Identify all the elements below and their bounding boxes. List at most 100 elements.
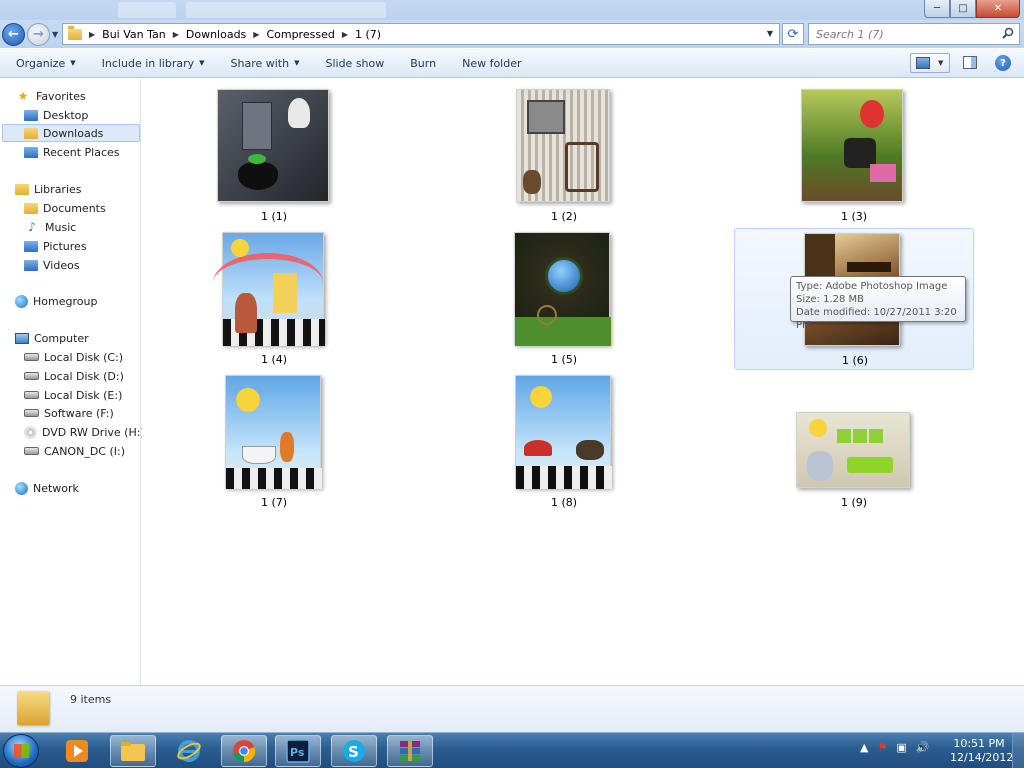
volume-icon[interactable]: 🔊 (916, 741, 930, 754)
file-item[interactable]: 1 (1) (154, 85, 394, 227)
skype-icon: S (343, 740, 365, 762)
include-in-library-menu[interactable]: Include in library ▼ (102, 57, 205, 70)
file-item[interactable]: 1 (9) (734, 371, 974, 513)
sidebar-item-removable-drive[interactable]: CANON_DC (I:) (24, 442, 125, 460)
thumbnail-image (225, 375, 322, 489)
thumbnail-image (796, 412, 910, 488)
start-button[interactable] (3, 734, 39, 768)
chevron-right-icon[interactable]: ▶ (173, 30, 179, 39)
taskbar-explorer[interactable] (110, 735, 156, 767)
sidebar-item-drive[interactable]: Software (F:) (24, 404, 114, 422)
search-input[interactable]: Search 1 (7) (808, 23, 1020, 45)
clock-date: 12/14/2012 (950, 751, 1014, 764)
taskbar-chrome[interactable] (221, 735, 267, 767)
internet-explorer-icon (177, 740, 201, 762)
file-info-tooltip: Type: Adobe Photoshop Image Size: 1.28 M… (790, 276, 966, 331)
organize-menu[interactable]: Organize ▼ (16, 57, 76, 70)
clock-time: 10:51 PM (953, 737, 1005, 750)
taskbar-photoshop[interactable]: Ps (275, 735, 321, 767)
sidebar-item-favorites[interactable]: ★ Favorites (15, 87, 86, 105)
sidebar-item-dvd-drive[interactable]: DVD RW Drive (H:) (24, 423, 145, 441)
sidebar-item-music[interactable]: ♪ Music (24, 218, 76, 236)
help-button[interactable]: ? (995, 55, 1011, 71)
sidebar-item-recent-places[interactable]: Recent Places (24, 143, 120, 161)
maximize-button[interactable]: □ (950, 0, 976, 18)
breadcrumb-item[interactable]: 1 (7) (355, 28, 381, 41)
file-item[interactable]: 1 (2) (444, 85, 684, 227)
sidebar-item-desktop[interactable]: Desktop (24, 106, 88, 124)
file-item[interactable]: 1 (8) (444, 371, 684, 513)
file-name: 1 (9) (840, 496, 868, 509)
preview-pane-button[interactable] (963, 56, 977, 69)
sidebar-item-drive[interactable]: Local Disk (C:) (24, 348, 123, 366)
view-icon (916, 57, 930, 69)
sidebar-item-libraries[interactable]: Libraries (15, 180, 82, 198)
file-name: 1 (5) (550, 353, 578, 366)
svg-text:S: S (348, 743, 359, 761)
new-folder-button[interactable]: New folder (462, 57, 521, 70)
refresh-button[interactable]: ⟳ (782, 23, 804, 45)
file-name: 1 (3) (840, 210, 868, 223)
computer-icon (15, 332, 29, 344)
navigation-pane: ★ Favorites Desktop Downloads Recent Plac… (0, 79, 145, 685)
tooltip-date: Date modified: 10/27/2011 3:20 PM (796, 307, 957, 331)
close-button[interactable]: ✕ (976, 0, 1020, 18)
pictures-icon (24, 240, 38, 252)
breadcrumb-item[interactable]: Bui Van Tan (102, 28, 166, 41)
taskbar-media-player[interactable] (54, 735, 100, 767)
music-icon: ♪ (28, 220, 36, 234)
sidebar-item-network[interactable]: Network (15, 479, 79, 497)
file-list: 1 (1) 1 (2) 1 (3) 1 (4) 1 (5) 1 (6) 1 (7… (142, 79, 1024, 685)
network-status-icon[interactable]: ▣ (896, 741, 906, 754)
clock[interactable]: 10:51 PM 12/14/2012 (950, 737, 1014, 765)
chevron-down-icon: ▼ (294, 59, 300, 67)
file-item[interactable]: 1 (4) (154, 228, 394, 370)
slide-show-button[interactable]: Slide show (325, 57, 384, 70)
downloads-folder-icon (24, 127, 38, 139)
forward-button[interactable]: → (27, 23, 50, 46)
share-with-menu[interactable]: Share with ▼ (231, 57, 300, 70)
sidebar-item-videos[interactable]: Videos (24, 256, 80, 274)
chevron-right-icon[interactable]: ▶ (89, 30, 95, 39)
show-desktop-button[interactable] (1012, 733, 1024, 768)
file-item[interactable]: 1 (5) (444, 228, 684, 370)
thumbnail-image (217, 89, 329, 202)
help-icon: ? (1000, 57, 1006, 69)
taskbar-internet-explorer[interactable] (166, 735, 212, 767)
sidebar-item-documents[interactable]: Documents (24, 199, 106, 217)
sidebar-item-homegroup[interactable]: Homegroup (15, 292, 97, 310)
chevron-down-icon[interactable]: ▼ (767, 29, 773, 38)
burn-button[interactable]: Burn (410, 57, 436, 70)
videos-icon (24, 259, 38, 271)
address-bar[interactable]: ▶ Bui Van Tan ▶ Downloads ▶ Compressed ▶… (62, 23, 780, 45)
taskbar-skype[interactable]: S (331, 735, 377, 767)
sidebar-item-drive[interactable]: Local Disk (D:) (24, 367, 124, 385)
breadcrumb-item[interactable]: Compressed (266, 28, 334, 41)
minimize-button[interactable]: ─ (924, 0, 950, 18)
chevron-right-icon[interactable]: ▶ (342, 30, 348, 39)
documents-icon (24, 202, 38, 214)
folder-icon (68, 25, 82, 40)
file-name: 1 (6) (841, 354, 869, 367)
action-center-flag-icon[interactable]: ⚑ (877, 741, 887, 754)
search-icon (1002, 27, 1014, 39)
recent-places-icon (24, 146, 38, 158)
thumbnail-image (516, 89, 610, 202)
change-view-button[interactable]: ▼ (910, 53, 950, 73)
breadcrumb-item[interactable]: Downloads (186, 28, 246, 41)
folder-icon (17, 691, 49, 725)
show-hidden-icons-icon[interactable]: ▲ (860, 741, 868, 754)
chevron-right-icon[interactable]: ▶ (253, 30, 259, 39)
thumbnail-image (213, 232, 325, 346)
file-item[interactable]: 1 (3) (734, 85, 974, 227)
sidebar-item-pictures[interactable]: Pictures (24, 237, 87, 255)
sidebar-item-computer[interactable]: Computer (15, 329, 89, 347)
tooltip-size: Size: 1.28 MB (796, 294, 865, 305)
ghost-tab (186, 2, 386, 18)
recent-pages-dropdown[interactable]: ▼ (52, 30, 58, 39)
sidebar-item-downloads[interactable]: Downloads (2, 124, 140, 142)
back-button[interactable]: ← (2, 23, 25, 46)
file-item[interactable]: 1 (7) (154, 371, 394, 513)
sidebar-item-drive[interactable]: Local Disk (E:) (24, 386, 122, 404)
taskbar-winrar[interactable] (387, 735, 433, 767)
